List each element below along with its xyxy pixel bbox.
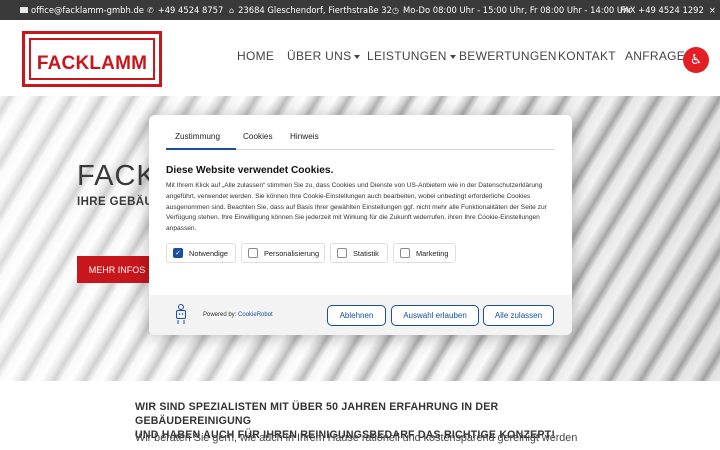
tab-zustimmung[interactable]: Zustimmung: [175, 132, 220, 141]
intro-paragraph: Wir beraten Sie gern, wie auch in Ihrem …: [135, 432, 578, 444]
topbar-address: ⌂ 23684 Gleschendorf, Fierthstraße 32: [229, 0, 392, 20]
clock-icon: ◷: [392, 5, 399, 15]
more-info-button[interactable]: MEHR INFOS: [77, 256, 157, 283]
option-label: Marketing: [416, 248, 449, 258]
chevron-down-icon: [449, 54, 456, 59]
option-marketing[interactable]: Marketing: [393, 243, 456, 263]
mail-icon: [20, 7, 28, 13]
checkbox-icon[interactable]: [400, 248, 410, 258]
topbar-fax: FAX +49 4524 1292 ×: [620, 0, 716, 20]
topbar-phone[interactable]: ✆ +49 4524 8757: [147, 0, 223, 20]
active-tab-indicator: [166, 148, 236, 150]
option-personalisierung[interactable]: Personalisierung: [241, 243, 325, 263]
cookie-description: Mit Ihrem Klick auf „Alle zulassen“ stim…: [166, 182, 547, 233]
site-header: FACKLAMM HOME ÜBER UNS LEISTUNGEN BEWERT…: [0, 20, 720, 96]
phone-icon: ✆: [147, 5, 154, 15]
cookie-tabs: Zustimmung Cookies Hinweis: [166, 128, 555, 150]
accessibility-button[interactable]: ♿: [683, 47, 709, 73]
option-statistik[interactable]: Statistik: [330, 243, 388, 263]
checkbox-icon[interactable]: [337, 248, 347, 258]
reject-button[interactable]: Ablehnen: [327, 305, 386, 326]
nav-bewertungen[interactable]: BEWERTUNGEN: [459, 49, 557, 63]
intro-heading-line1: WIR SIND SPEZIALISTEN MIT ÜBER 50 JAHREN…: [135, 401, 499, 427]
cookie-footer: Powered by: CookieRobot Ablehnen Auswahl…: [149, 295, 572, 335]
option-label: Statistik: [353, 248, 379, 258]
nav-leistungen-label: LEISTUNGEN: [367, 49, 447, 63]
tab-hinweis[interactable]: Hinweis: [290, 132, 319, 141]
topbar-hours-text: Mo-Do 08:00 Uhr - 15:00 Uhr, Fr 08:00 Uh…: [402, 5, 632, 15]
nav-anfrage[interactable]: ANFRAGE: [625, 49, 685, 63]
top-info-bar: office@facklamm-gmbh.de ✆ +49 4524 8757 …: [0, 0, 720, 20]
powered-by-brand-link[interactable]: CookieRobot: [238, 312, 273, 318]
nav-kontakt[interactable]: KONTAKT: [558, 49, 616, 63]
main-nav: HOME ÜBER UNS LEISTUNGEN BEWERTUNGEN KON…: [0, 49, 720, 67]
option-label: Personalisierung: [264, 248, 320, 258]
hero-subtitle: IHRE GEBÄU: [77, 196, 154, 208]
nav-home[interactable]: HOME: [237, 49, 274, 63]
checkbox-icon[interactable]: [248, 248, 258, 258]
powered-by: Powered by: CookieRobot: [203, 312, 273, 318]
accessibility-icon: ♿: [689, 52, 703, 68]
option-notwendige[interactable]: ✓ Notwendige: [166, 243, 236, 263]
nav-ueber-uns-label: ÜBER UNS: [287, 49, 352, 63]
option-label: Notwendige: [189, 248, 229, 258]
allow-selection-button[interactable]: Auswahl erlauben: [391, 305, 479, 326]
topbar-phone-text[interactable]: +49 4524 8757: [158, 5, 224, 15]
tab-cookies[interactable]: Cookies: [243, 132, 273, 141]
chevron-down-icon: [354, 54, 361, 59]
topbar-close-icon[interactable]: ×: [709, 5, 716, 15]
topbar-hours: ◷ Mo-Do 08:00 Uhr - 15:00 Uhr, Fr 08:00 …: [392, 0, 632, 20]
topbar-address-text: 23684 Gleschendorf, Fierthstraße 32: [238, 5, 392, 15]
topbar-email-text[interactable]: office@facklamm-gmbh.de: [31, 5, 144, 15]
topbar-email[interactable]: office@facklamm-gmbh.de: [20, 0, 144, 20]
cookie-consent-dialog: Zustimmung Cookies Hinweis Diese Website…: [149, 115, 572, 335]
checkbox-checked-icon[interactable]: ✓: [173, 248, 183, 258]
powered-by-prefix: Powered by:: [203, 312, 237, 318]
cookierobot-logo-icon: [176, 304, 186, 324]
nav-leistungen[interactable]: LEISTUNGEN: [367, 49, 456, 63]
cookie-title: Diese Website verwendet Cookies.: [166, 165, 334, 176]
topbar-fax-text: FAX +49 4524 1292: [620, 5, 704, 15]
nav-ueber-uns[interactable]: ÜBER UNS: [287, 49, 361, 63]
accept-all-button[interactable]: Alle zulassen: [483, 305, 554, 326]
home-icon: ⌂: [229, 5, 235, 15]
